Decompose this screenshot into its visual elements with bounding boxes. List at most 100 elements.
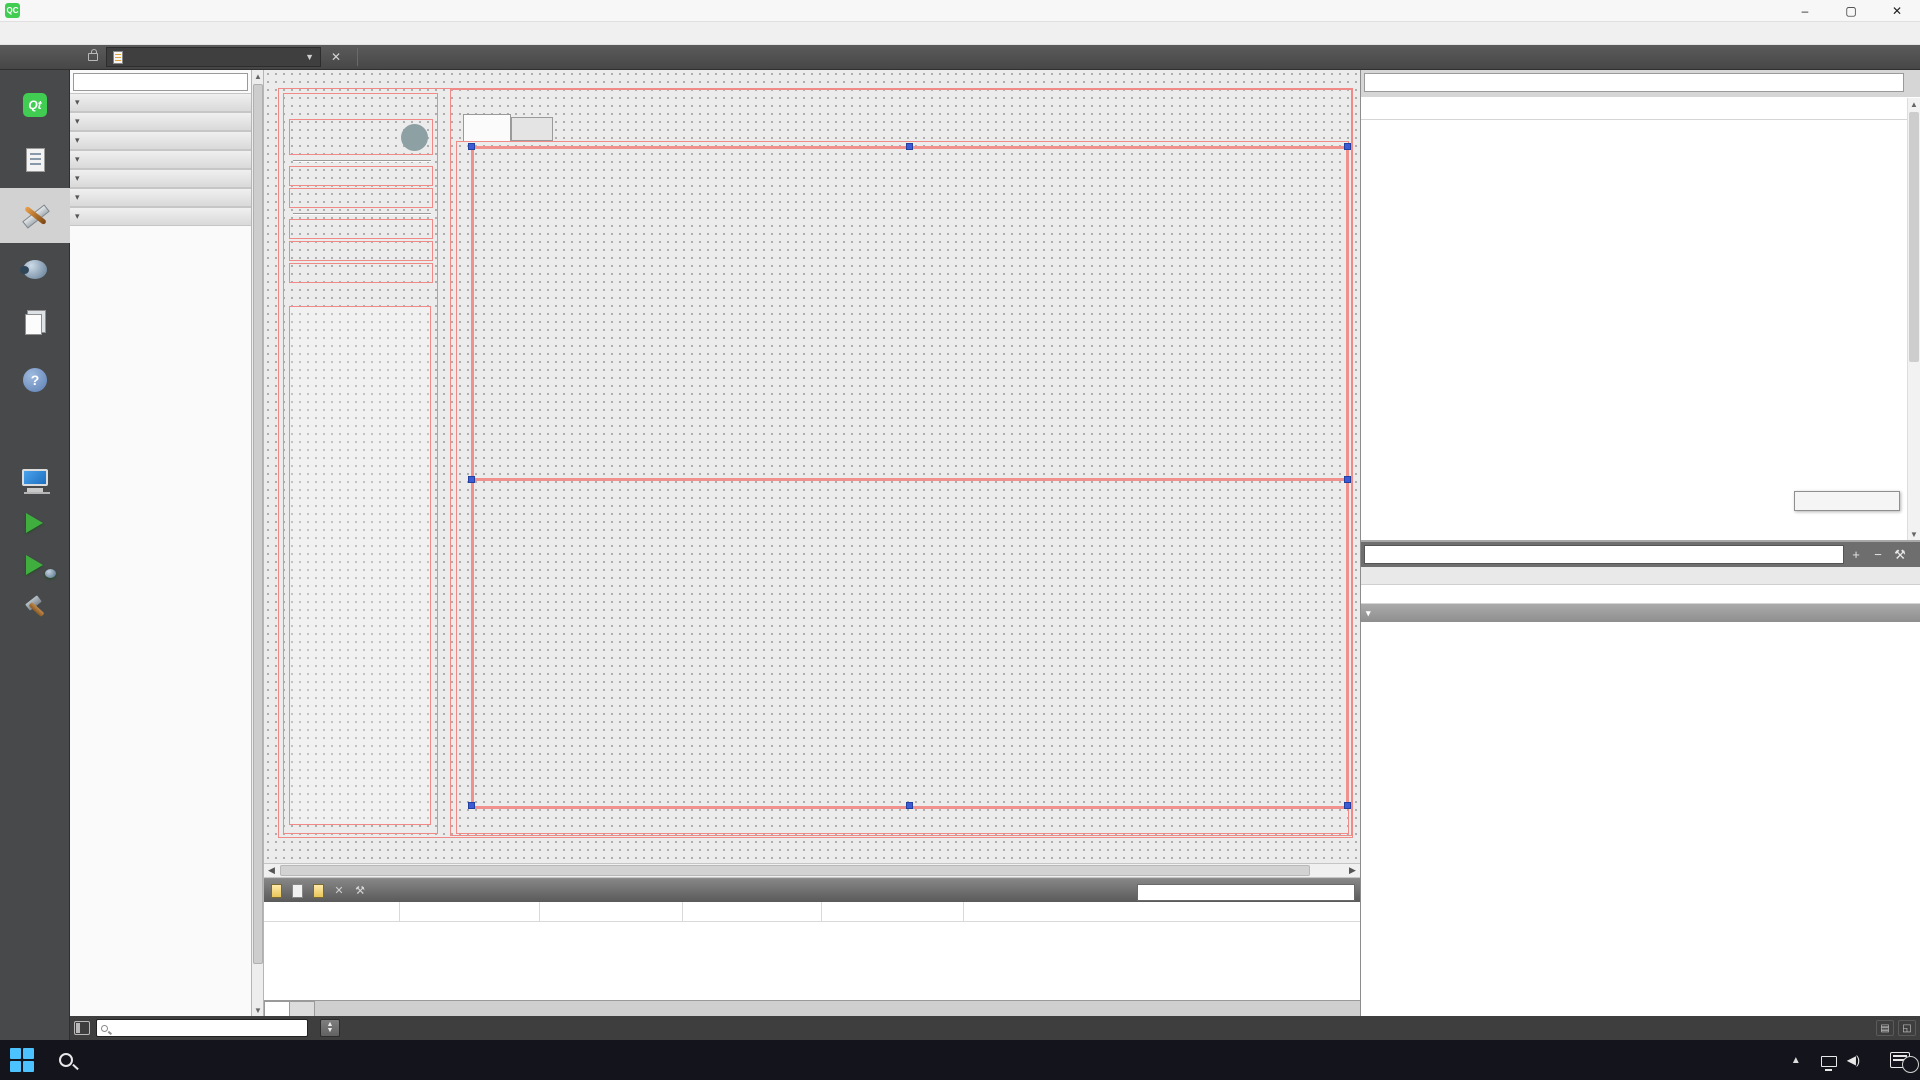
widget-box-section-input-widgets[interactable]: ▾ <box>70 207 251 226</box>
close-document-button[interactable]: ✕ <box>331 50 341 64</box>
lock-icon[interactable] <box>88 53 98 61</box>
widget-box-section-containers[interactable]: ▾ <box>70 188 251 207</box>
close-button[interactable]: ✕ <box>1874 0 1920 22</box>
add-property-icon[interactable]: + <box>1846 545 1866 564</box>
minimize-button[interactable]: – <box>1782 0 1828 22</box>
resize-handle[interactable] <box>906 802 913 809</box>
scrollbar-thumb[interactable] <box>253 84 263 964</box>
tab-action-editor[interactable] <box>264 1001 290 1016</box>
column-header[interactable] <box>264 902 400 921</box>
delete-action-icon[interactable]: ✕ <box>330 882 348 899</box>
chevron-down-icon: ▾ <box>75 211 80 222</box>
column-header[interactable] <box>400 902 540 921</box>
scroll-down-icon[interactable]: ▼ <box>1908 528 1920 540</box>
volume-icon[interactable]: ◀) <box>1847 1053 1860 1067</box>
mode-debug[interactable] <box>0 243 70 298</box>
document-icon <box>113 51 123 64</box>
last-exit-row[interactable] <box>289 263 433 283</box>
locator-search[interactable] <box>96 1019 308 1037</box>
open-document-selector[interactable]: ▼ <box>106 47 321 67</box>
collapse-output-icon[interactable]: ◱ <box>1898 1020 1916 1036</box>
mode-welcome[interactable]: Qt <box>0 78 70 133</box>
configure-properties-icon[interactable]: ⚒ <box>1890 545 1910 564</box>
scroll-right-icon[interactable]: ▶ <box>1345 864 1360 877</box>
configure-icon[interactable]: ⚒ <box>351 882 369 899</box>
chat-area[interactable] <box>289 306 431 825</box>
widget-box-filter-input[interactable] <box>73 73 248 91</box>
toggle-sidebar-icon[interactable] <box>74 1021 90 1035</box>
run-button[interactable] <box>26 513 43 533</box>
notifications-icon[interactable] <box>1890 1052 1910 1068</box>
bottom-editor-tabs <box>264 1000 1360 1016</box>
duplicate-action-icon[interactable] <box>288 882 306 899</box>
network-icon[interactable] <box>1821 1056 1837 1067</box>
column-header[interactable] <box>540 902 683 921</box>
kit-selector[interactable] <box>0 466 69 495</box>
resize-handle[interactable] <box>468 143 475 150</box>
windows-start-icon <box>10 1048 34 1072</box>
tab-signals-slots-editor[interactable] <box>290 1001 315 1016</box>
chevron-down-icon: ▾ <box>75 173 80 184</box>
widget-box-section-layouts[interactable]: ▾ <box>70 93 251 112</box>
scroll-down-icon[interactable]: ▼ <box>252 1004 264 1016</box>
action-filter-input[interactable] <box>1137 884 1355 901</box>
expand-output-icon[interactable]: ▤ <box>1876 1020 1894 1036</box>
property-columns-header <box>1361 585 1920 604</box>
notification-badge <box>1902 1056 1919 1073</box>
resize-handle[interactable] <box>1344 476 1351 483</box>
property-filter-input[interactable] <box>1364 545 1844 564</box>
tab-amm[interactable] <box>463 114 511 141</box>
canvas-horizontal-scrollbar[interactable]: ◀ ▶ <box>264 863 1360 878</box>
resize-handle[interactable] <box>1344 802 1351 809</box>
tray-expand-icon[interactable]: ▲ <box>1791 1055 1801 1066</box>
object-tree-scrollbar[interactable]: ▲ ▼ <box>1907 98 1920 540</box>
mode-edit[interactable] <box>0 133 70 188</box>
taskbar-search[interactable] <box>44 1040 88 1080</box>
debug-run-button[interactable] <box>26 555 43 575</box>
scroll-left-icon[interactable]: ◀ <box>264 864 279 877</box>
mode-projects[interactable] <box>0 298 70 353</box>
new-action-icon[interactable] <box>267 882 285 899</box>
chevron-down-icon: ▾ <box>75 116 80 127</box>
projects-icon <box>25 314 42 335</box>
widget-box-section-buttons[interactable]: ▾ <box>70 131 251 150</box>
action-table-header <box>264 902 1360 922</box>
name-row[interactable] <box>289 119 433 155</box>
mode-help[interactable]: ? <box>0 353 70 408</box>
widget-box-section-spacers[interactable]: ▾ <box>70 112 251 131</box>
form-editor-canvas[interactable] <box>264 70 1360 863</box>
widget-box-section-item-views[interactable]: ▾ <box>70 150 251 169</box>
mode-design[interactable] <box>0 188 70 243</box>
copy-action-icon[interactable] <box>309 882 327 899</box>
widget-box-section-item-widgets[interactable]: ▾ <box>70 169 251 188</box>
remove-property-icon[interactable]: − <box>1868 545 1888 564</box>
maximize-button[interactable]: ▢ <box>1828 0 1874 22</box>
resize-handle[interactable] <box>468 802 475 809</box>
resize-handle[interactable] <box>1344 143 1351 150</box>
tab-fim[interactable] <box>511 117 553 141</box>
tasks-groupbox[interactable] <box>450 89 1352 836</box>
assigned-amm-row[interactable] <box>289 166 433 186</box>
column-header[interactable] <box>683 902 822 921</box>
object-inspector-filter-input[interactable] <box>1364 73 1904 92</box>
property-group-layout[interactable]: ▾ <box>1361 604 1920 622</box>
last-login-row[interactable] <box>289 241 433 261</box>
column-header[interactable] <box>822 902 964 921</box>
resize-handle[interactable] <box>468 476 475 483</box>
start-button[interactable] <box>0 1040 44 1080</box>
scroll-up-icon[interactable]: ▲ <box>1908 98 1920 110</box>
widget-box-scrollbar[interactable]: ▲ ▼ <box>252 70 264 1016</box>
scrollbar-thumb[interactable] <box>280 865 1310 876</box>
output-pane-bar: ▲▼ ▤ ◱ <box>70 1016 1920 1040</box>
chevron-down-icon: ▼ <box>305 52 314 62</box>
resize-handle[interactable] <box>906 143 913 150</box>
pane-updown-icon[interactable]: ▲▼ <box>320 1019 340 1037</box>
scrollbar-thumb[interactable] <box>1909 112 1919 362</box>
scroll-up-icon[interactable]: ▲ <box>252 70 264 82</box>
assigned-fim-row[interactable] <box>289 188 433 208</box>
chevron-down-icon: ▾ <box>75 154 80 165</box>
trainee-groupbox[interactable] <box>283 93 438 834</box>
simulator-time-row[interactable] <box>289 219 433 239</box>
build-button[interactable] <box>22 597 48 623</box>
column-header[interactable] <box>964 902 1360 921</box>
